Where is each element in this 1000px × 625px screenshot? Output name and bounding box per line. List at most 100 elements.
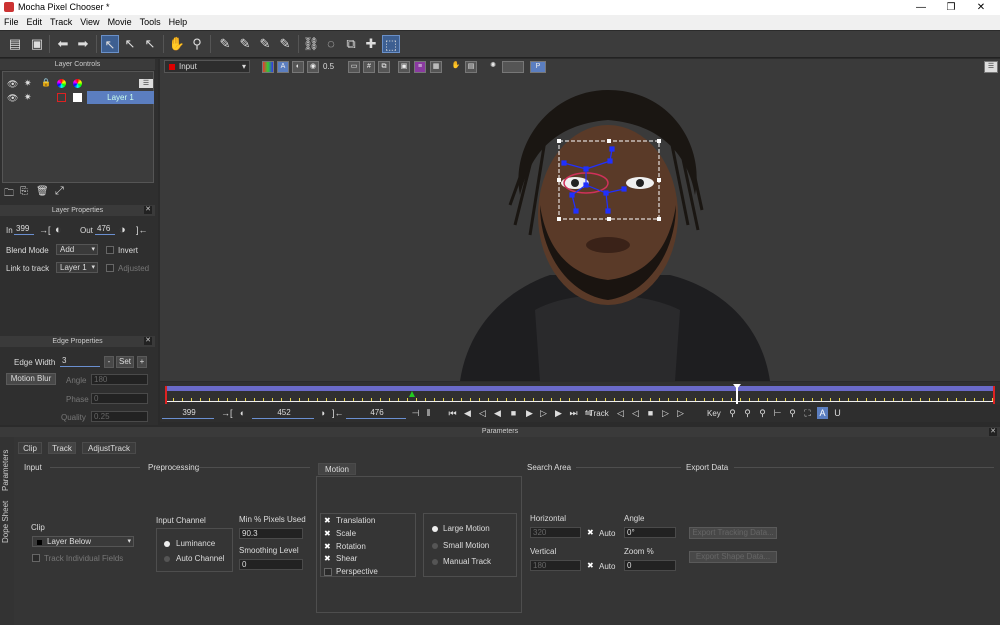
track-backward-icon[interactable]: ◁ [615,407,626,419]
edge-width-field[interactable]: 3 [60,356,100,367]
zoom-value[interactable]: 0.5 [323,62,334,71]
track-individual-checkbox[interactable] [32,554,40,562]
menu-edit[interactable]: Edit [23,15,47,27]
hand-view-icon[interactable]: ✋ [450,61,462,73]
set-out-icon[interactable]: ]← [136,225,148,235]
key-lock-icon[interactable]: U [832,407,843,419]
rgb-icon[interactable] [262,61,274,73]
go-start-icon[interactable]: ◐ [237,407,248,419]
save-icon[interactable]: ▣ [28,35,46,53]
overlay-icon[interactable]: ⧉ [378,61,390,73]
play-back-icon[interactable]: ◀ [492,407,503,419]
export-shape-button[interactable]: Export Shape Data... [689,551,777,563]
current-frame-field[interactable]: 452 [252,408,314,419]
select-icon[interactable]: ↖ [101,35,119,53]
smoothing-field[interactable]: 0 [239,559,303,570]
first-frame-icon[interactable]: ⏮ [447,407,458,419]
add-x-spline-icon[interactable]: ✎ [216,35,234,53]
menu-file[interactable]: File [0,15,23,27]
manual-track-radio[interactable] [432,559,438,565]
close-button[interactable]: ✕ [966,0,996,15]
go-end-icon[interactable]: ◑ [317,407,328,419]
horizontal-field[interactable]: 320 [530,527,581,538]
add-b-spline-icon[interactable]: ✎ [256,35,274,53]
quality-field[interactable]: 0.25 [91,411,148,422]
step-back-icon[interactable]: ◁ [477,407,488,419]
fit-range-icon[interactable]: ⊣ [410,407,421,419]
prev-keyframe-icon[interactable]: ⚲ [727,407,738,419]
move-icon[interactable]: ✚ [362,35,380,53]
track-back-step-icon[interactable]: ◁ [630,407,641,419]
brightness-slider[interactable] [502,61,524,73]
menu-movie[interactable]: Movie [104,15,136,27]
alpha-icon[interactable]: A [277,61,289,73]
tab-clip[interactable]: Clip [18,442,42,454]
auto-channel-radio[interactable] [164,556,170,562]
matte-icon[interactable]: ◉ [307,61,319,73]
grid2-icon[interactable]: ▦ [430,61,442,73]
viewer-menu-icon[interactable]: ☰ [984,61,998,73]
track-step-icon[interactable]: ▷ [660,407,671,419]
link-track-select[interactable]: Layer 1 [56,262,98,273]
track-forward-icon[interactable]: ▷ [675,407,686,419]
invert-checkbox[interactable] [106,246,114,254]
open-icon[interactable]: ▤ [6,35,24,53]
menu-view[interactable]: View [76,15,103,27]
large-motion-radio[interactable] [432,526,438,532]
proxy-button[interactable]: P [530,61,546,73]
lasso-icon[interactable]: ◌ [322,35,340,53]
keyframe-marker[interactable] [409,391,415,397]
key-mode-icon[interactable]: ⛶ [802,407,813,419]
stabilize-icon[interactable]: ▣ [398,61,410,73]
step-forward-icon[interactable]: ▷ [538,407,549,419]
rotation-checkbox[interactable]: ✖ [324,543,331,551]
new-layer-icon[interactable]: 🗀 [4,186,14,203]
auto-key-icon[interactable]: A [817,407,828,419]
angle-field[interactable]: 180 [91,374,148,385]
small-motion-radio[interactable] [432,543,438,549]
grid-icon[interactable]: # [363,61,375,73]
adjusted-checkbox[interactable] [106,264,114,272]
motion-blur-button[interactable]: Motion Blur [6,373,56,385]
set-end-icon[interactable]: ]← [332,407,344,419]
clip-select[interactable]: Layer Below [32,536,134,547]
select-plus-icon[interactable]: ↖ [141,35,159,53]
edge-plus-button[interactable]: + [137,356,147,368]
layer-menu-icon[interactable]: ☰ [139,79,153,88]
undo-icon[interactable]: ⬅ [54,35,72,53]
set-start-icon[interactable]: →[ [221,407,233,419]
timeline-range-bar[interactable] [165,386,995,391]
perspective-checkbox[interactable] [324,568,332,576]
translation-checkbox[interactable]: ✖ [324,517,331,525]
go-out-icon[interactable]: ◑ [119,224,126,236]
edge-set-button[interactable]: Set [116,356,134,368]
stop-icon[interactable]: ■ [508,407,519,419]
duplicate-layer-icon[interactable]: ⎘ [20,186,28,197]
delete-key-icon[interactable]: ⊢ [772,407,783,419]
hand-icon[interactable]: ✋ [168,35,186,53]
menu-help[interactable]: Help [165,15,192,27]
add-b-plus-icon[interactable]: ✎ [276,35,294,53]
menu-track[interactable]: Track [46,15,76,27]
layer-color-swatch[interactable] [73,93,82,102]
tab-track[interactable]: Track [48,442,76,454]
end-frame-field[interactable]: 476 [346,408,406,419]
vertical-auto-checkbox[interactable]: ✖ [587,562,594,570]
in-field[interactable]: 399 [14,224,34,235]
export-tracking-button[interactable]: Export Tracking Data... [689,527,777,539]
add-x-plus-icon[interactable]: ✎ [236,35,254,53]
expand-icon[interactable]: ⤢ [55,185,64,198]
zoom-field[interactable]: 0 [624,560,676,571]
next-key-icon[interactable]: ▶ [553,407,564,419]
blend-mode-select[interactable]: Add [56,244,98,255]
cog-icon[interactable]: ✷ [24,78,32,89]
prev-key-icon[interactable]: ◀ [462,407,473,419]
surface-icon[interactable]: ⬚ [382,35,400,53]
min-pixels-field[interactable]: 90.3 [239,528,303,539]
menu-tools[interactable]: Tools [136,15,165,27]
delete-all-keys-icon[interactable]: ⚲ [787,407,798,419]
close-icon[interactable]: ✕ [144,206,152,214]
delete-layer-icon[interactable]: 🗑 [36,186,49,197]
phase-field[interactable]: 0 [91,393,148,404]
tab-parameters-side[interactable]: Parameters [1,445,13,495]
